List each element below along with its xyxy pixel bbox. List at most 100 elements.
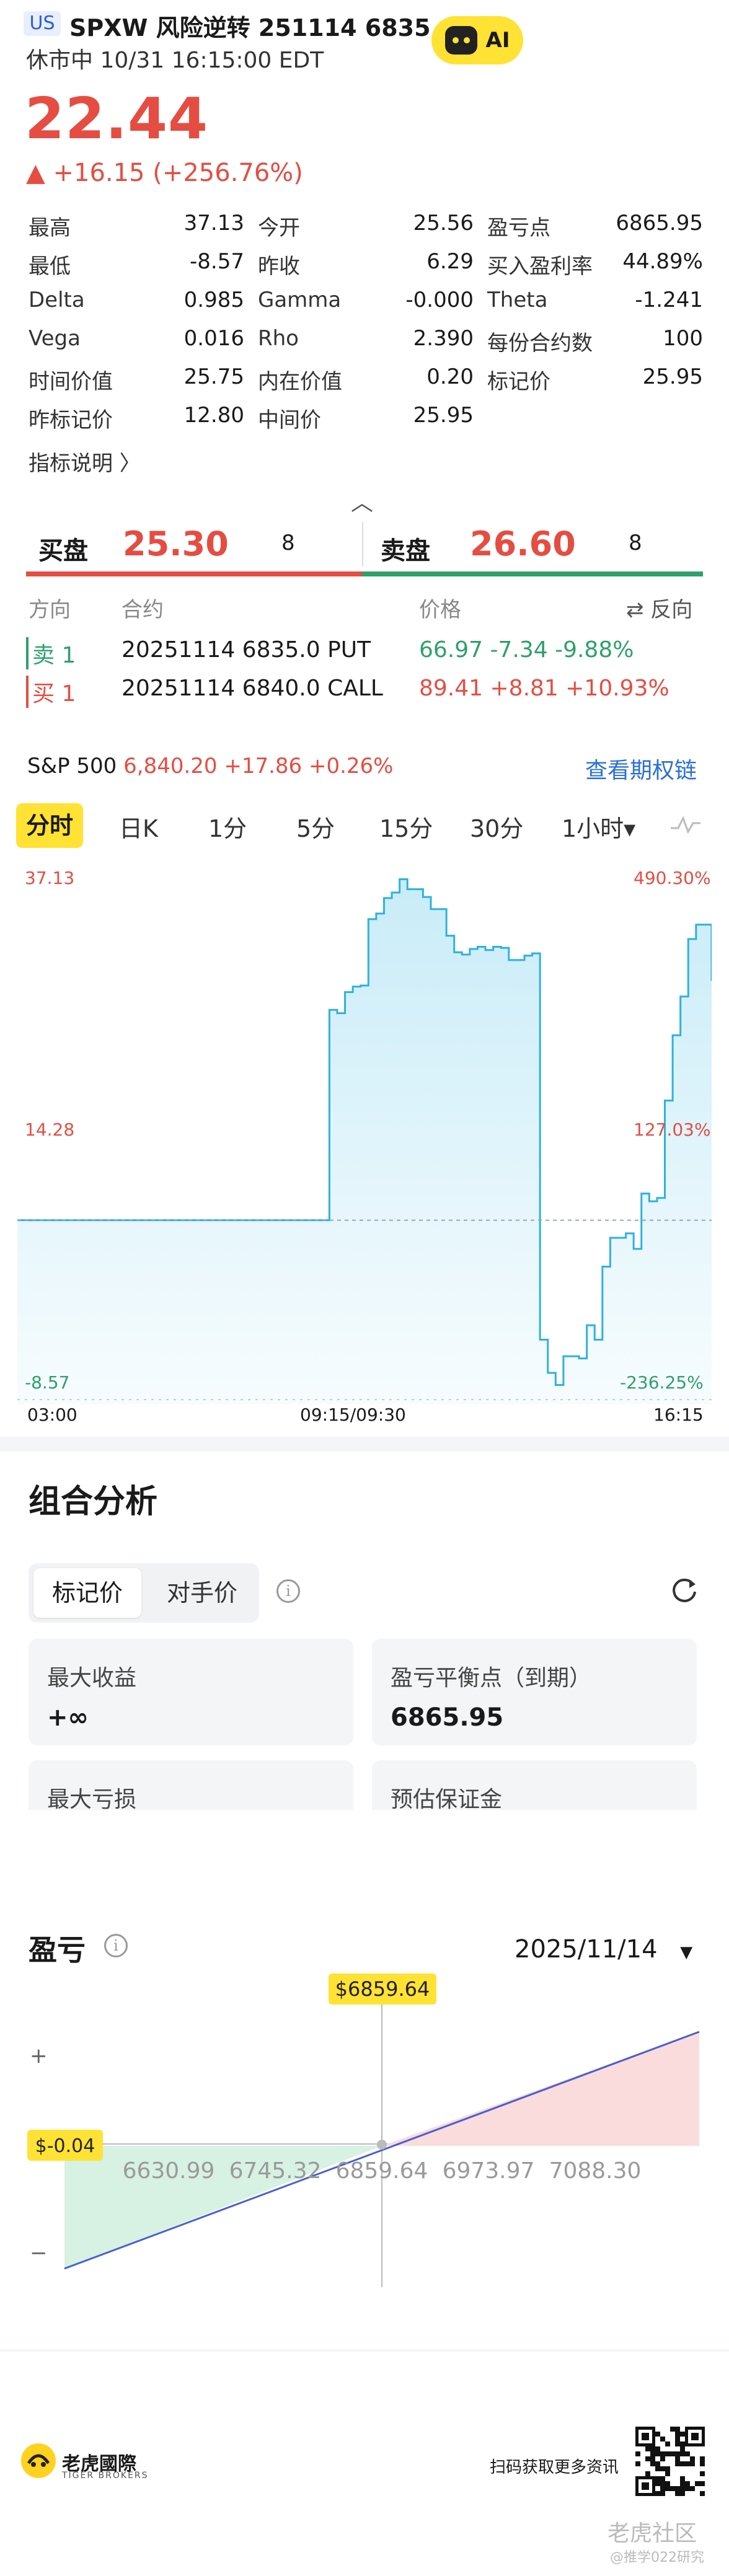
y-left-max: 37.13 [25, 868, 75, 888]
dropdown-caret-icon: ▼ [680, 1943, 693, 1962]
qr-cell [665, 2441, 670, 2446]
watermark: 老虎社区 [608, 2521, 697, 2546]
bid-ask-divider [362, 522, 363, 567]
index-change: 6,840.20 +17.86 +0.26% [123, 754, 394, 779]
stat-value: 100 [663, 326, 703, 351]
qr-cell [700, 2481, 705, 2486]
brand-subtitle: TIGER BROKERS [62, 2471, 149, 2481]
qr-cell [660, 2486, 665, 2491]
metric-card: 最大收益 +∞ [29, 1639, 353, 1745]
stat-label: 昨收 [258, 254, 300, 279]
stat-value: 0.016 [183, 326, 244, 351]
pl-x-tick: 6630.99 [123, 2158, 215, 2184]
stat-label: Gamma [258, 288, 342, 312]
x-tick-start: 03:00 [27, 1405, 77, 1425]
pl-chart[interactable]: + − $6859.64 $-0.04 6630.99 6745.32 6859.64 697… [0, 1971, 729, 2300]
collapse-caret-icon[interactable]: ︿ [351, 485, 373, 517]
market-badge: US [24, 11, 61, 36]
robot-icon [444, 26, 477, 55]
ask-label: 卖盘 [381, 537, 430, 565]
qr-cell [685, 2481, 690, 2486]
stat-value: 6865.95 [616, 211, 703, 236]
mark-price-tab[interactable]: 标记价 [33, 1568, 141, 1618]
stat-label: 中间价 [258, 408, 321, 433]
qr-cell [655, 2491, 660, 2496]
qr-code-icon [634, 2425, 707, 2498]
intraday-chart[interactable] [17, 865, 713, 1411]
timeframe-tab[interactable]: 5分 [296, 809, 335, 844]
stat-label: 今开 [258, 216, 300, 240]
stat-label: 内在价值 [258, 369, 342, 394]
qr-cell [680, 2446, 685, 2451]
bid-bar [26, 571, 362, 576]
qr-cell [665, 2471, 670, 2476]
qr-cell [650, 2456, 655, 2461]
qr-cell [660, 2476, 665, 2481]
pl-info-icon[interactable]: i [104, 1934, 128, 1957]
qr-cell [660, 2466, 665, 2471]
intraday-chart-svg [17, 878, 713, 1405]
qr-cell [675, 2486, 680, 2491]
stat-value: 37.13 [183, 211, 244, 236]
legs-header-contract: 合约 [122, 598, 164, 622]
leg-price: 89.41 +8.81 +10.93% [419, 676, 669, 701]
timeframe-tab[interactable]: 1分 [208, 809, 247, 844]
counterparty-price-tab[interactable]: 对手价 [150, 1568, 254, 1618]
qr-cell [675, 2491, 680, 2496]
ask-bar [362, 571, 703, 576]
pl-cursor-dot [377, 2140, 387, 2150]
qr-cell [690, 2461, 695, 2466]
stat-label: 盈亏点 [487, 216, 550, 240]
qr-cell [685, 2451, 690, 2456]
qr-cell [655, 2481, 660, 2486]
tab-active[interactable]: 分时 [16, 803, 83, 848]
stat-label: Theta [487, 288, 548, 312]
pl-plus-label: + [30, 2044, 48, 2068]
reverse-button[interactable]: ⇄ 反向 [626, 593, 692, 623]
qr-cell [660, 2481, 665, 2486]
refresh-icon[interactable] [669, 1576, 699, 1605]
stat-value: 6.29 [426, 249, 474, 274]
metric-label: 最大亏损 [47, 1787, 137, 1812]
stat-label: 最低 [29, 254, 71, 279]
qr-cell [675, 2456, 680, 2461]
indicator-toggle-icon[interactable] [669, 812, 702, 839]
qr-cell [655, 2466, 660, 2471]
stat-label: 标记价 [487, 369, 550, 394]
stat-value: -0.000 [405, 288, 474, 312]
stat-value: 2.390 [413, 326, 474, 351]
index-quote: S&P 500 6,840.20 +17.86 +0.26% [27, 754, 393, 779]
pl-x-tick: 6745.32 [229, 2158, 322, 2184]
y-right-max: 490.30% [634, 868, 711, 888]
stat-value: 25.95 [413, 403, 474, 428]
timeframe-tab[interactable]: 日K [119, 809, 158, 844]
qr-cell [680, 2491, 685, 2496]
expiry-date: 2025/11/14 [515, 1935, 658, 1964]
cursor-badge-text: $6859.64 [335, 1977, 430, 2001]
leg-contract: 20251114 6840.0 CALL [122, 676, 383, 701]
timeframe-tab[interactable]: 30分 [470, 809, 523, 844]
option-chain-link[interactable]: 查看期权链 [585, 752, 697, 785]
qr-cell [650, 2446, 655, 2451]
x-tick-open: 09:15/09:30 [300, 1405, 406, 1425]
metric-value: +∞ [47, 1703, 89, 1732]
timeframe-tab[interactable]: 1小时▾ [562, 809, 635, 844]
qr-cell [650, 2451, 655, 2456]
last-price: 22.44 [25, 86, 209, 152]
page-title: SPXW 风险逆转 251114 6835... [69, 14, 457, 42]
expiry-select[interactable]: 2025/11/14 ▼ [515, 1935, 692, 1964]
y-left-mid: 14.28 [25, 1119, 75, 1140]
metric-card: 盈亏平衡点（到期） 6865.95 [372, 1639, 697, 1745]
qr-cell [665, 2451, 670, 2456]
qr-cell [675, 2437, 680, 2441]
ai-button[interactable]: AI [431, 16, 523, 64]
qr-cell [660, 2451, 665, 2456]
info-icon[interactable]: i [276, 1579, 300, 1603]
qr-cell [680, 2486, 685, 2491]
timeframe-tab[interactable]: 15分 [379, 809, 433, 844]
market-status: 休市中 10/31 16:15:00 EDT [26, 48, 324, 73]
stat-value: -8.57 [190, 249, 244, 274]
qr-cell [690, 2456, 695, 2461]
price-mode-toggle: 标记价 对手价 [29, 1563, 259, 1623]
indicator-help-link[interactable]: 指标说明 〉 [29, 446, 141, 477]
